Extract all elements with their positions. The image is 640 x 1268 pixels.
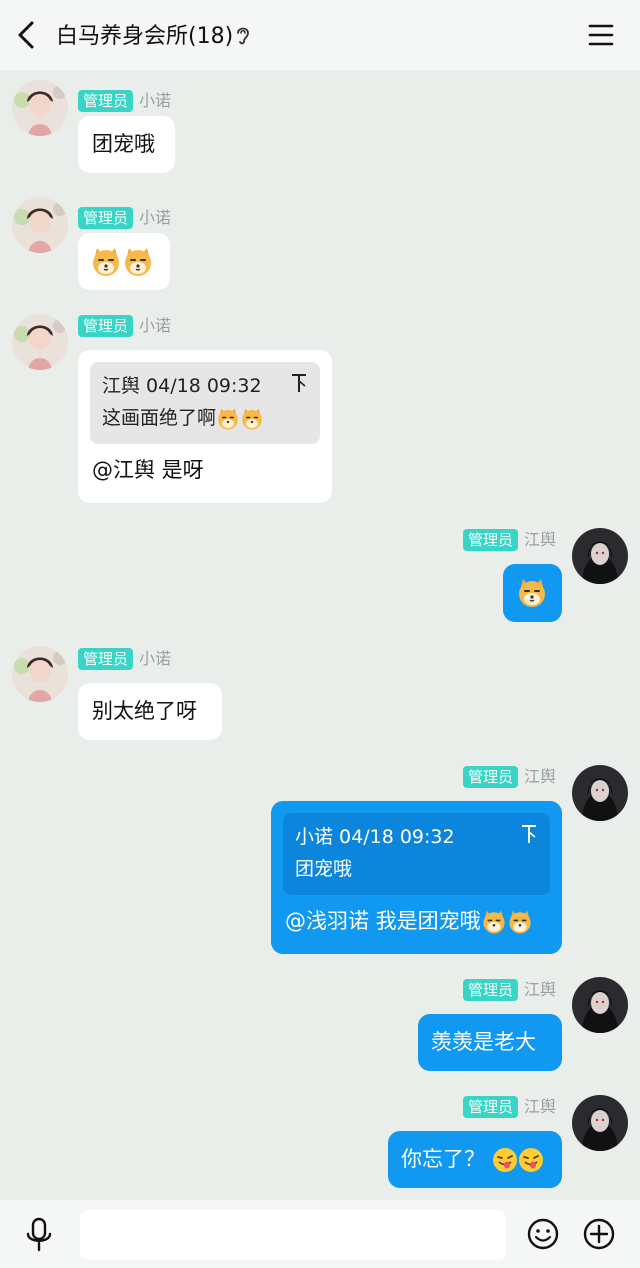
doge-tiger-emoji [125,248,151,276]
doge-tiger-emoji [483,910,505,934]
message-bubble[interactable]: 羡羡是老大 [418,1014,562,1071]
doge-tiger-emoji [242,408,262,429]
message-text: 团宠哦 [92,132,155,156]
tongue-out-emoji [492,1148,517,1172]
doge-tiger-emoji [509,910,531,934]
admin-badge: 管理员 [78,90,134,112]
message-text: @江舆 是呀 [92,458,204,482]
message-list[interactable]: 管理员 小诺 团宠哦 管理员 小诺 管理员 小诺 江舆 04/18 09:32 … [0,70,640,1200]
admin-badge: 管理员 [462,1096,518,1118]
message-item: 管理员 小诺 江舆 04/18 09:32 这画面绝了啊 @江舆 是呀 [0,314,640,514]
menu-icon [588,24,614,46]
admin-badge: 管理员 [78,315,134,337]
admin-badge: 管理员 [462,529,518,551]
doge-tiger-emoji [93,248,119,276]
message-text: @浅羽诺 我是团宠哦 [285,909,481,933]
admin-badge: 管理员 [78,648,134,670]
tongue-out-emoji [518,1148,543,1172]
smiley-icon [527,1218,559,1250]
admin-badge: 管理员 [462,766,518,788]
avatar[interactable] [12,80,68,136]
message-item: 管理员 江舆 小诺 04/18 09:32 团宠哦 @浅羽诺 我是团宠哦 [0,765,640,965]
admin-badge: 管理员 [78,207,134,229]
sender-name: 小诺 [139,208,172,227]
message-bubble[interactable]: 别太绝了呀 [78,683,222,740]
top-bar: 白马养身会所(18) [0,0,640,70]
avatar[interactable] [12,314,68,370]
quote-text: 团宠哦 [295,858,353,880]
sender-name: 江舆 [523,767,556,786]
avatar[interactable] [572,765,628,821]
avatar[interactable] [572,528,628,584]
message-item: 管理员 小诺 [0,197,640,297]
quoted-message[interactable]: 小诺 04/18 09:32 团宠哦 [283,813,550,895]
message-bubble[interactable]: 团宠哦 [78,116,175,173]
message-bubble[interactable] [78,233,170,290]
emoji-button[interactable] [526,1217,560,1251]
sender-name: 江舆 [523,1097,556,1116]
message-item: 管理员 江舆 羡羡是老大 [0,977,640,1077]
message-bubble[interactable]: 小诺 04/18 09:32 团宠哦 @浅羽诺 我是团宠哦 [271,801,562,954]
sender-name: 江舆 [523,980,556,999]
avatar[interactable] [12,646,68,702]
back-arrow-icon [18,21,34,49]
chat-title: 白马养身会所(18) [56,24,234,49]
sender-name: 小诺 [139,91,172,110]
quote-header: 小诺 04/18 09:32 [295,826,455,848]
avatar[interactable] [572,977,628,1033]
message-item: 管理员 江舆 [0,528,640,628]
quote-header: 江舆 04/18 09:32 [102,375,262,397]
pin-icon[interactable] [520,823,538,845]
menu-button[interactable] [584,18,618,52]
message-text: 你忘了？ [401,1147,485,1171]
message-text: 别太绝了呀 [92,699,197,723]
message-bubble[interactable]: 你忘了？ [388,1131,562,1188]
microphone-icon [26,1217,52,1252]
plus-icon [583,1218,615,1250]
sender-name: 小诺 [139,316,172,335]
voice-button[interactable] [22,1216,56,1254]
message-bubble[interactable]: 江舆 04/18 09:32 这画面绝了啊 @江舆 是呀 [78,350,332,503]
ear-icon [237,27,249,45]
quoted-message[interactable]: 江舆 04/18 09:32 这画面绝了啊 [90,362,320,444]
pin-icon[interactable] [290,372,308,394]
quote-text: 这画面绝了啊 [102,407,217,429]
avatar[interactable] [12,197,68,253]
back-button[interactable] [10,15,46,55]
message-input[interactable] [80,1210,506,1260]
sender-name: 江舆 [523,530,556,549]
sender-name: 小诺 [139,649,172,668]
input-bar [0,1200,640,1268]
message-item: 管理员 江舆 你忘了？ [0,1095,640,1195]
message-bubble[interactable] [503,564,562,622]
message-item: 管理员 小诺 团宠哦 [0,80,640,180]
more-button[interactable] [582,1217,616,1251]
doge-tiger-emoji [218,408,238,429]
message-item: 管理员 小诺 别太绝了呀 [0,646,640,746]
message-text: 羡羡是老大 [431,1030,536,1054]
doge-tiger-emoji [519,579,545,607]
avatar[interactable] [572,1095,628,1151]
admin-badge: 管理员 [462,979,518,1001]
